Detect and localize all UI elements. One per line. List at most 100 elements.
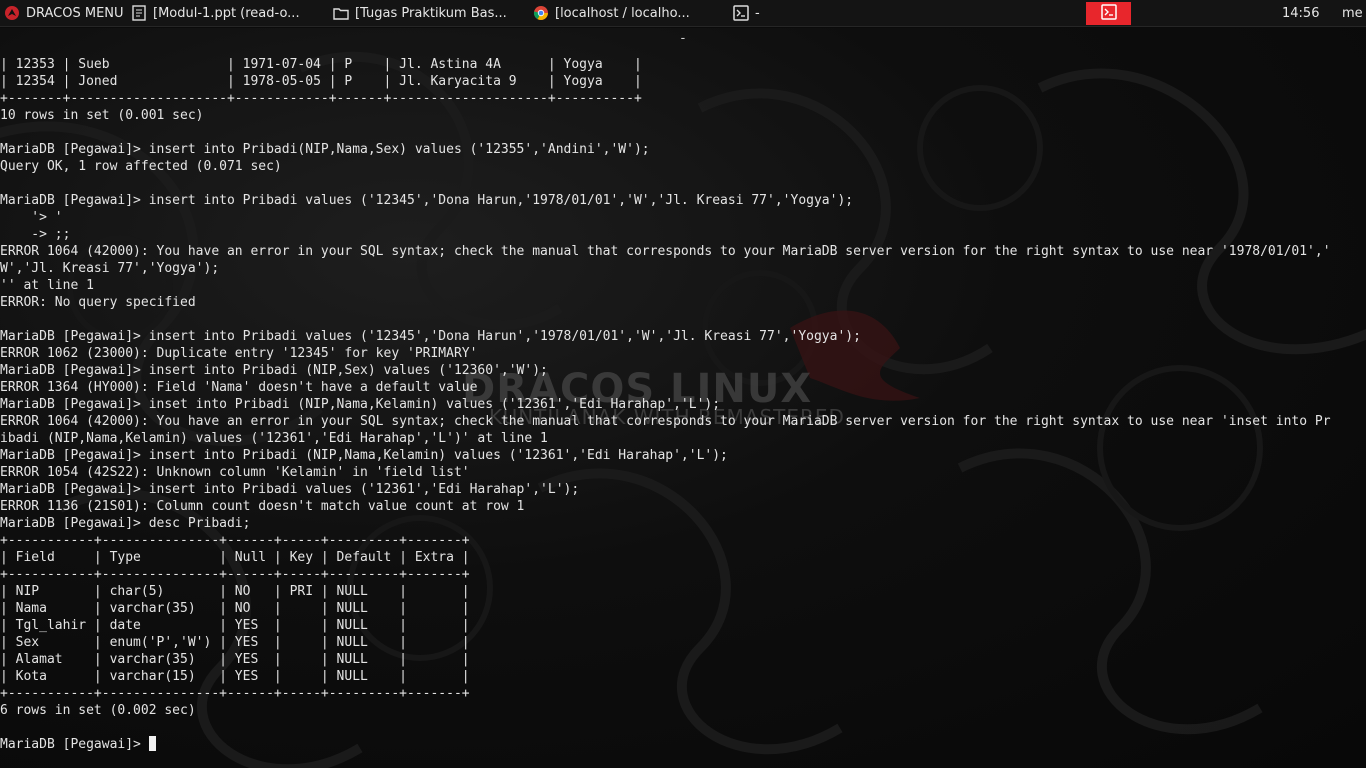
terminal-line: ERROR 1054 (42S22): Unknown column 'Kela… [0,464,1366,481]
terminal-line: ERROR: No query specified [0,294,1366,311]
terminal-line-text: | Field | Type | Null | Key | Default | … [0,550,470,565]
terminal-line: ERROR 1064 (42000): You have an error in… [0,243,1366,260]
terminal-line: -> ;; [0,226,1366,243]
terminal-line-text: MariaDB [Pegawai]> insert into Pribadi v… [0,193,854,208]
user-menu[interactable]: me [1342,0,1366,27]
terminal-line-text: | 12353 | Sueb | 1971-07-04 | P | Jl. As… [0,57,642,72]
document-icon [131,5,147,21]
terminal-line-text: ERROR: No query specified [0,295,196,310]
terminal-line-text: | Alamat | varchar(35) | YES | | NULL | … [0,652,470,667]
task-label: [localhost / localho... [555,5,690,21]
terminal-icon [1100,3,1117,24]
terminal-line-text: MariaDB [Pegawai]> insert into Pribadi (… [0,448,728,463]
terminal-line-text: 10 rows in set (0.001 sec) [0,108,204,123]
terminal-line-text: | NIP | char(5) | NO | PRI | NULL | | [0,584,470,599]
text-cursor [148,736,156,751]
terminal-line-text: ERROR 1064 (42000): You have an error in… [0,414,1331,429]
terminal-line: ibadi (NIP,Nama,Kelamin) values ('12361'… [0,430,1366,447]
terminal-line: MariaDB [Pegawai]> insert into Pribadi (… [0,362,1366,379]
terminal-line: ERROR 1136 (21S01): Column count doesn't… [0,498,1366,515]
terminal-line: MariaDB [Pegawai]> inset into Pribadi (N… [0,396,1366,413]
terminal-line: W','Jl. Kreasi 77','Yogya'); [0,260,1366,277]
terminal-line-text: | Nama | varchar(35) | NO | | NULL | | [0,601,470,616]
terminal-line: '> ' [0,209,1366,226]
terminal-line: +-------+--------------------+----------… [0,90,1366,107]
terminal-line-text: MariaDB [Pegawai]> insert into Pribadi(N… [0,142,650,157]
task-label: [Modul-1.ppt (read-o... [153,5,300,21]
terminal-line-text: | Sex | enum('P','W') | YES | | NULL | | [0,635,470,650]
terminal-line: MariaDB [Pegawai]> insert into Pribadi(N… [0,141,1366,158]
task-label: - [755,5,760,21]
terminal-line: | Alamat | varchar(35) | YES | | NULL | … [0,651,1366,668]
terminal-line-text: +-----------+---------------+------+----… [0,686,470,701]
terminal-line: MariaDB [Pegawai]> insert into Pribadi v… [0,481,1366,498]
window-title: - [679,31,687,46]
terminal-line: MariaDB [Pegawai]> insert into Pribadi v… [0,192,1366,209]
taskbar: DRACOS MENU [Modul-1.ppt (read-o... [Tug… [0,0,1366,27]
task-label: [Tugas Praktikum Bas... [355,5,507,21]
terminal-line-text: ERROR 1062 (23000): Duplicate entry '123… [0,346,478,361]
terminal-line: ERROR 1064 (42000): You have an error in… [0,413,1366,430]
dracos-menu-button[interactable]: DRACOS MENU [0,0,126,27]
active-terminal-task[interactable] [1086,2,1131,25]
terminal-line-text: | 12354 | Joned | 1978-05-05 | P | Jl. K… [0,74,642,89]
task-terminal[interactable]: - [733,0,779,27]
task-localhost-browser[interactable]: [localhost / localho... [533,0,729,27]
terminal-line-text: MariaDB [Pegawai]> [0,737,149,752]
terminal-line-text: +-----------+---------------+------+----… [0,533,470,548]
task-tugas-praktikum[interactable]: [Tugas Praktikum Bas... [333,0,529,27]
terminal-line: MariaDB [Pegawai]> insert into Pribadi (… [0,447,1366,464]
terminal-line: +-----------+---------------+------+----… [0,532,1366,549]
dracos-logo-icon [4,5,20,21]
terminal-line: | Nama | varchar(35) | NO | | NULL | | [0,600,1366,617]
terminal-line-text: Query OK, 1 row affected (0.071 sec) [0,159,282,174]
terminal-line: | Kota | varchar(15) | YES | | NULL | | [0,668,1366,685]
menu-label: DRACOS MENU [26,5,124,21]
terminal-line: | Field | Type | Null | Key | Default | … [0,549,1366,566]
terminal-line: | 12353 | Sueb | 1971-07-04 | P | Jl. As… [0,56,1366,73]
terminal-line: +-----------+---------------+------+----… [0,685,1366,702]
terminal-line-text: ERROR 1136 (21S01): Column count doesn't… [0,499,525,514]
terminal-line: Query OK, 1 row affected (0.071 sec) [0,158,1366,175]
terminal-line: | Sex | enum('P','W') | YES | | NULL | | [0,634,1366,651]
terminal-line-text: MariaDB [Pegawai]> insert into Pribadi v… [0,329,861,344]
terminal-line: 6 rows in set (0.002 sec) [0,702,1366,719]
terminal-line-text: MariaDB [Pegawai]> insert into Pribadi v… [0,482,580,497]
terminal-line-text: +-----------+---------------+------+----… [0,567,470,582]
terminal-line: 10 rows in set (0.001 sec) [0,107,1366,124]
terminal-line-text: MariaDB [Pegawai]> desc Pribadi; [0,516,251,531]
chrome-icon [533,5,549,21]
terminal-line: '' at line 1 [0,277,1366,294]
clock[interactable]: 14:56 [1282,0,1328,27]
terminal-line: MariaDB [Pegawai]> insert into Pribadi v… [0,328,1366,345]
terminal-line-text: 6 rows in set (0.002 sec) [0,703,196,718]
terminal-line-text: '> ' [0,210,63,225]
terminal-line: | 12354 | Joned | 1978-05-05 | P | Jl. K… [0,73,1366,90]
terminal-line: ERROR 1062 (23000): Duplicate entry '123… [0,345,1366,362]
terminal-line-text: '' at line 1 [0,278,94,293]
terminal-line: +-----------+---------------+------+----… [0,566,1366,583]
terminal-line-text: W','Jl. Kreasi 77','Yogya'); [0,261,220,276]
terminal-line: | Tgl_lahir | date | YES | | NULL | | [0,617,1366,634]
terminal-line-text: MariaDB [Pegawai]> inset into Pribadi (N… [0,397,721,412]
terminal-line-text: ERROR 1364 (HY000): Field 'Nama' doesn't… [0,380,478,395]
terminal-line-text: ERROR 1064 (42000): You have an error in… [0,244,1331,259]
terminal-line-text: | Tgl_lahir | date | YES | | NULL | | [0,618,470,633]
folder-icon [333,5,349,21]
terminal-line-text: MariaDB [Pegawai]> insert into Pribadi (… [0,363,548,378]
terminal-line-text: -> ;; [0,227,71,242]
terminal-line: | NIP | char(5) | NO | PRI | NULL | | [0,583,1366,600]
task-modul-ppt[interactable]: [Modul-1.ppt (read-o... [131,0,327,27]
terminal-line-text: +-------+--------------------+----------… [0,91,642,106]
terminal-output[interactable]: | 12353 | Sueb | 1971-07-04 | P | Jl. As… [0,56,1366,753]
prompt-line[interactable]: MariaDB [Pegawai]> [0,736,1366,753]
terminal-line: ERROR 1364 (HY000): Field 'Nama' doesn't… [0,379,1366,396]
terminal-line: MariaDB [Pegawai]> desc Pribadi; [0,515,1366,532]
terminal-line-text: ibadi (NIP,Nama,Kelamin) values ('12361'… [0,431,548,446]
terminal-line-text: ERROR 1054 (42S22): Unknown column 'Kela… [0,465,470,480]
terminal-icon [733,5,749,21]
